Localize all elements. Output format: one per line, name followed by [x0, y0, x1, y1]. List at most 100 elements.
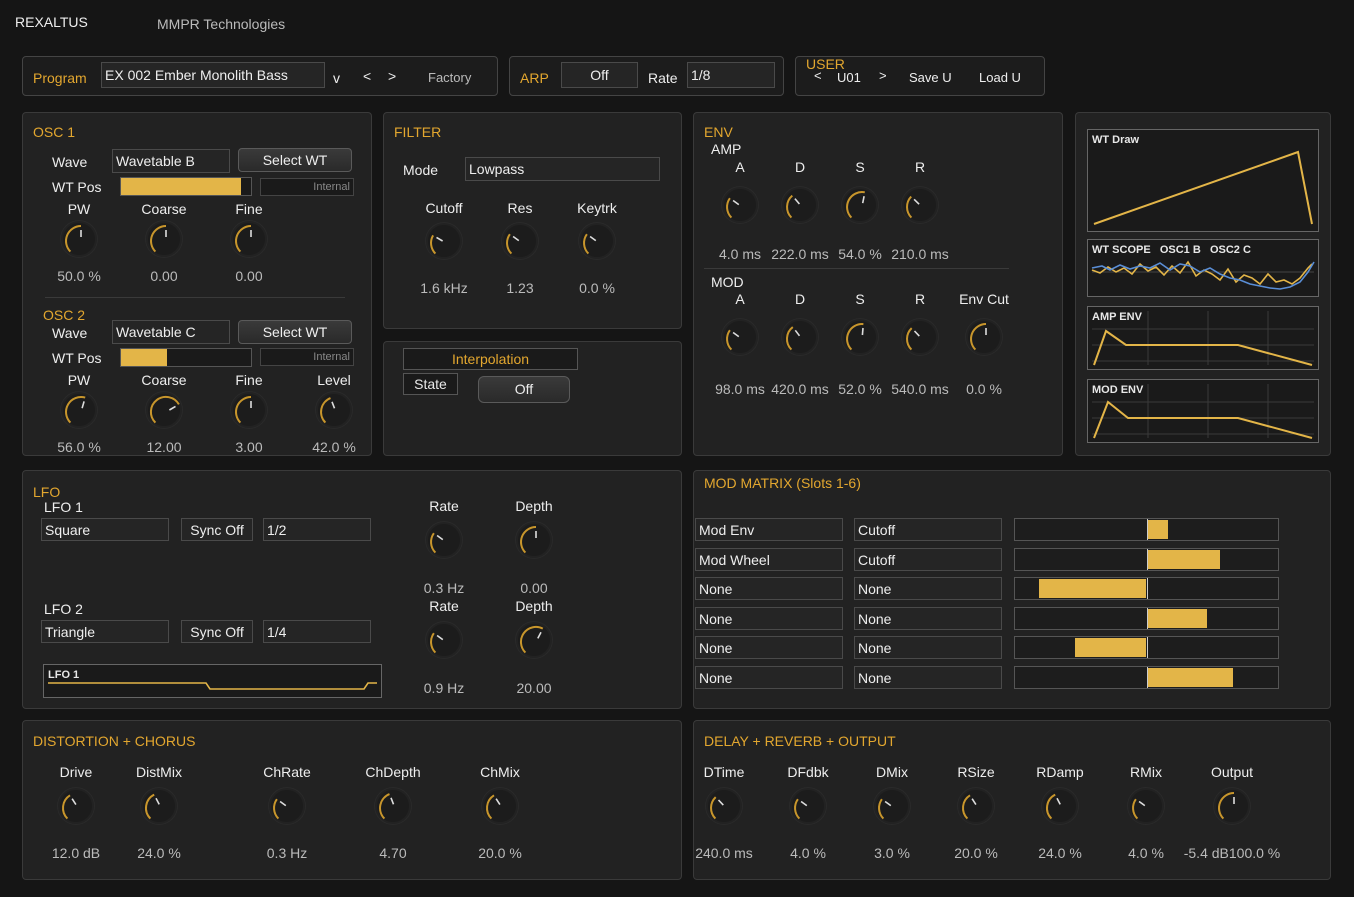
- osc2-fine-knob[interactable]: [231, 392, 267, 428]
- delay-output-knob[interactable]: [1214, 788, 1250, 824]
- filter-cutoff-value: 1.6 kHz: [420, 280, 468, 296]
- lfo2-shape-field[interactable]: Triangle: [41, 620, 169, 643]
- program-dropdown-button[interactable]: v: [333, 70, 340, 86]
- factory-button[interactable]: Factory: [428, 70, 471, 85]
- dist-chdepth-knob[interactable]: [375, 788, 411, 824]
- load-user-button[interactable]: Load U: [979, 70, 1021, 85]
- osc2-pw-label: PW: [67, 372, 91, 388]
- mod-amount-slider[interactable]: [1014, 606, 1279, 630]
- save-user-button[interactable]: Save U: [909, 70, 952, 85]
- mod-destination-field[interactable]: Cutoff: [854, 518, 1002, 541]
- mod-amount-slider[interactable]: [1014, 547, 1279, 571]
- mod-source-field[interactable]: None: [695, 606, 843, 630]
- mod-a-value: 98.0 ms: [715, 381, 765, 397]
- delay-dmix-knob[interactable]: [874, 788, 910, 824]
- lfo2-depth-value: 20.00: [516, 680, 552, 696]
- filter-cutoff-label: Cutoff: [425, 200, 463, 216]
- osc2-coarse-knob[interactable]: [146, 392, 182, 428]
- osc2-level-knob[interactable]: [316, 392, 352, 428]
- delay-rmix-knob[interactable]: [1128, 788, 1164, 824]
- mod-destination-field[interactable]: None: [854, 636, 1002, 659]
- arp-rate-field[interactable]: 1/8: [687, 62, 775, 88]
- osc2-wave-field[interactable]: Wavetable C: [112, 320, 230, 344]
- osc1-wtpos-slider[interactable]: [120, 177, 252, 196]
- mod-amount-slider[interactable]: [1014, 518, 1279, 541]
- delay-rdamp-knob[interactable]: [1042, 788, 1078, 824]
- lfo2-rate-knob[interactable]: [426, 622, 462, 658]
- mod-amount-slider[interactable]: [1014, 577, 1279, 600]
- delay-dfdbk-knob[interactable]: [790, 788, 826, 824]
- osc1-pw-knob[interactable]: [61, 221, 97, 257]
- mod-amount-slider[interactable]: [1014, 636, 1279, 659]
- mod-r-knob[interactable]: [902, 319, 938, 355]
- osc2-fine-label: Fine: [235, 372, 263, 388]
- mod-amount-slider[interactable]: [1014, 665, 1279, 689]
- mod-destination-field[interactable]: None: [854, 606, 1002, 630]
- filter-res-knob[interactable]: [502, 223, 538, 259]
- program-next-button[interactable]: >: [388, 68, 396, 84]
- lfo1-rate-knob[interactable]: [426, 522, 462, 558]
- env-panel: ENV AMP A 4.0 ms D 222.0 ms S 54.0 % R 210.0 ms…: [693, 112, 1063, 456]
- mod-env-curve: [1092, 384, 1314, 439]
- mod-destination-field[interactable]: None: [854, 577, 1002, 600]
- mod-source-field[interactable]: None: [695, 636, 843, 659]
- mod-source-field[interactable]: Mod Env: [695, 518, 843, 541]
- mod-a-knob[interactable]: [722, 319, 758, 355]
- lfo2-label: LFO 2: [44, 601, 83, 617]
- arp-label: ARP: [520, 70, 549, 86]
- dist-chrate-knob[interactable]: [269, 788, 305, 824]
- dist-chmix-knob[interactable]: [482, 788, 518, 824]
- wt-scope-trace: [1091, 260, 1315, 290]
- osc1-fine-knob[interactable]: [231, 221, 267, 257]
- filter-keytrk-knob[interactable]: [579, 223, 615, 259]
- osc1-wtpos-fill: [121, 178, 241, 195]
- delay-dmix-label: DMix: [876, 764, 908, 780]
- amp-d-knob[interactable]: [782, 187, 818, 223]
- mod-destination-field[interactable]: None: [854, 665, 1002, 689]
- amp-r-knob[interactable]: [902, 187, 938, 223]
- lfo1-division-field[interactable]: 1/2: [263, 518, 371, 541]
- filter-panel: FILTER Mode Lowpass Cutoff 1.6 kHz Res 1.23…: [383, 112, 682, 329]
- lfo1-depth-knob[interactable]: [516, 522, 552, 558]
- interpolation-toggle[interactable]: Off: [478, 376, 570, 403]
- lfo2-sync-button[interactable]: Sync Off: [181, 620, 253, 643]
- osc2-select-wt-button[interactable]: Select WT: [238, 320, 352, 344]
- lfo1-sync-button[interactable]: Sync Off: [181, 518, 253, 541]
- filter-mode-field[interactable]: Lowpass: [465, 157, 660, 181]
- mod-destination-field[interactable]: Cutoff: [854, 547, 1002, 571]
- mod-source-field[interactable]: None: [695, 577, 843, 600]
- program-prev-button[interactable]: <: [363, 68, 371, 84]
- dist-drive-knob[interactable]: [58, 788, 94, 824]
- lfo1-shape-field[interactable]: Square: [41, 518, 169, 541]
- user-prev-button[interactable]: <: [814, 68, 822, 83]
- amp-a-knob[interactable]: [722, 187, 758, 223]
- osc2-pw-knob[interactable]: [61, 392, 97, 428]
- mod-source-field[interactable]: None: [695, 665, 843, 689]
- user-next-button[interactable]: >: [879, 68, 887, 83]
- osc1-pw-label: PW: [67, 201, 91, 217]
- dist-chdepth-label: ChDepth: [365, 764, 421, 780]
- lfo2-depth-knob[interactable]: [516, 622, 552, 658]
- lfo-display: LFO 1: [43, 664, 382, 698]
- mod-source-field[interactable]: Mod Wheel: [695, 547, 843, 571]
- arp-toggle[interactable]: Off: [561, 62, 638, 88]
- filter-cutoff-knob[interactable]: [426, 223, 462, 259]
- lfo2-division-field[interactable]: 1/4: [263, 620, 371, 643]
- mod-env-cut-knob[interactable]: [966, 319, 1002, 355]
- mod-d-knob[interactable]: [782, 319, 818, 355]
- app-title: REXALTUS: [15, 14, 88, 30]
- mod-a-label: A: [735, 291, 745, 307]
- osc1-coarse-knob[interactable]: [146, 221, 182, 257]
- osc1-select-wt-button[interactable]: Select WT: [238, 148, 352, 172]
- amp-s-knob[interactable]: [842, 187, 878, 223]
- delay-rsize-knob[interactable]: [958, 788, 994, 824]
- delay-dtime-knob[interactable]: [706, 788, 742, 824]
- osc2-wtpos-slider[interactable]: [120, 348, 252, 367]
- wt-draw-display[interactable]: WT Draw: [1087, 129, 1319, 232]
- osc1-wave-field[interactable]: Wavetable B: [112, 149, 230, 173]
- delay-dtime-value: 240.0 ms: [695, 845, 753, 861]
- program-name-field[interactable]: EX 002 Ember Monolith Bass: [101, 62, 325, 88]
- osc2-pw-value: 56.0 %: [57, 439, 101, 455]
- mod-s-knob[interactable]: [842, 319, 878, 355]
- dist-distmix-knob[interactable]: [141, 788, 177, 824]
